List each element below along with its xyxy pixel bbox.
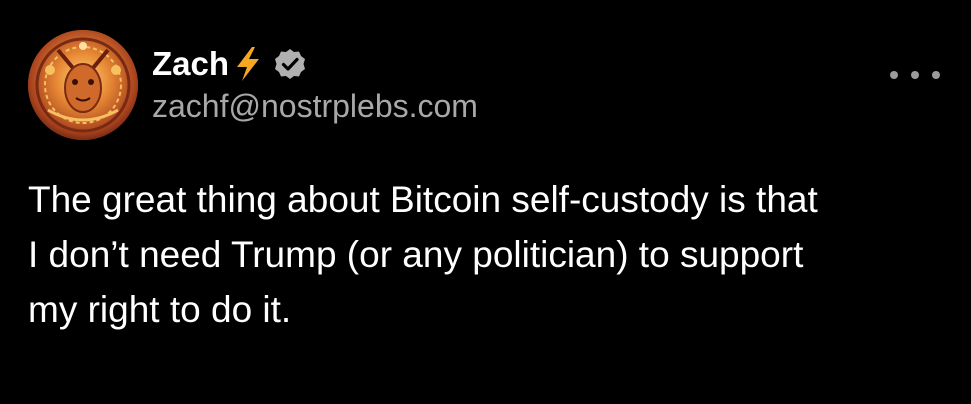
author-handle[interactable]: zachf@nostrplebs.com [152, 88, 478, 125]
author-display-name[interactable]: Zach [152, 45, 229, 83]
post-content: The great thing about Bitcoin self-custo… [28, 172, 958, 337]
post-text-line: my right to do it. [28, 289, 292, 330]
more-options-button[interactable] [890, 60, 940, 90]
verified-badge-icon [273, 47, 307, 81]
psychedelic-portrait-icon [28, 30, 138, 140]
author-name-row: Zach [152, 42, 307, 86]
author-avatar[interactable] [28, 30, 138, 140]
lightning-bolt-icon [233, 45, 263, 83]
nostr-post: Zach zachf@nostrplebs.com The great thin… [0, 0, 971, 404]
post-text-line: I don’t need Trump (or any politician) t… [28, 234, 804, 275]
more-options-icon [890, 71, 898, 79]
more-options-dot [932, 71, 940, 79]
post-text-line: The great thing about Bitcoin self-custo… [28, 179, 818, 220]
more-options-dot [911, 71, 919, 79]
